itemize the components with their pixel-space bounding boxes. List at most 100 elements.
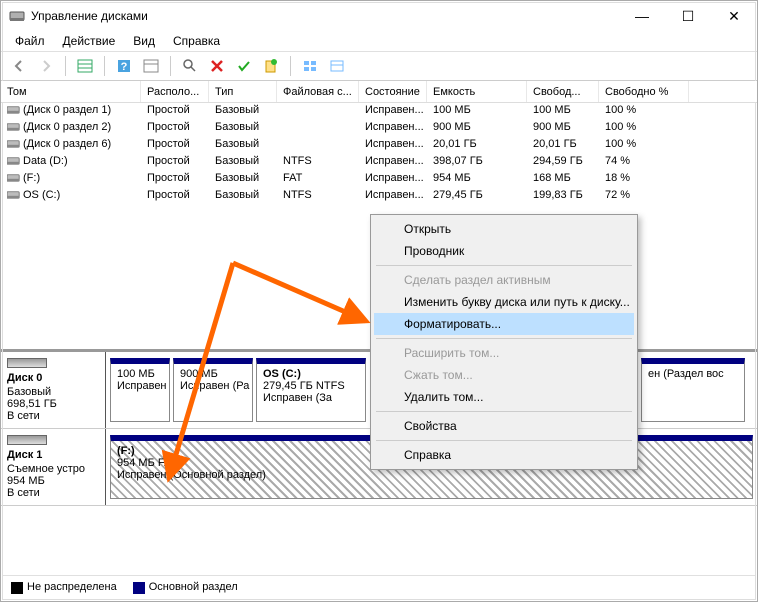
menu-view[interactable]: Вид [125, 32, 163, 50]
disk-icon [7, 358, 47, 368]
svg-text:?: ? [121, 61, 128, 73]
cell: Базовый [209, 103, 277, 120]
list-icon[interactable] [139, 54, 163, 78]
disk-0-region-2[interactable]: OS (C:)279,45 ГБ NTFSИсправен (За [256, 358, 366, 422]
disk-0-status: В сети [7, 410, 99, 422]
cell [277, 120, 359, 137]
check-icon[interactable] [232, 54, 256, 78]
disk-1-type: Съемное устро [7, 463, 99, 475]
disk-0-type: Базовый [7, 386, 99, 398]
column-headers: ТомРасполо...ТипФайловая с...СостояниеЕм… [1, 81, 757, 103]
forward-button[interactable] [34, 54, 58, 78]
disk-0-region-0[interactable]: 100 МБИсправен [110, 358, 170, 422]
cell: NTFS [277, 154, 359, 171]
disk-0-info[interactable]: Диск 0 Базовый 698,51 ГБ В сети [1, 352, 106, 428]
grid-icon[interactable] [298, 54, 322, 78]
cell: Исправен... [359, 137, 427, 154]
cell: Простой [141, 171, 209, 188]
cell: 900 МБ [527, 120, 599, 137]
disk-0-region-1[interactable]: 900 МБИсправен (Ра [173, 358, 253, 422]
column-header-c7[interactable]: Свободно % [599, 81, 689, 102]
context-change-letter[interactable]: Изменить букву диска или путь к диску... [374, 291, 634, 313]
cell: Простой [141, 137, 209, 154]
region-state: Исправен (Ра [180, 380, 246, 392]
disk-1-status: В сети [7, 487, 99, 499]
cell: Простой [141, 120, 209, 137]
disk-icon [7, 435, 47, 445]
cell: Базовый [209, 171, 277, 188]
cell: Исправен... [359, 188, 427, 205]
cell: 100 МБ [527, 103, 599, 120]
details-icon[interactable] [325, 54, 349, 78]
volume-row[interactable]: (Диск 0 раздел 1)ПростойБазовыйИсправен.… [1, 103, 757, 120]
cell: Исправен... [359, 154, 427, 171]
legend-unallocated: Не распределена [11, 581, 117, 593]
cell: Базовый [209, 137, 277, 154]
minimize-button[interactable]: — [619, 1, 665, 31]
region-size: 279,45 ГБ NTFS [263, 380, 359, 392]
cell: 72 % [599, 188, 689, 205]
cell: 954 МБ [427, 171, 527, 188]
region-size: 900 МБ [180, 368, 246, 380]
context-properties[interactable]: Свойства [374, 415, 634, 437]
column-header-c3[interactable]: Файловая с... [277, 81, 359, 102]
volume-row[interactable]: (Диск 0 раздел 2)ПростойБазовыйИсправен.… [1, 120, 757, 137]
context-format[interactable]: Форматировать... [374, 313, 634, 335]
cell: Базовый [209, 120, 277, 137]
cell: 168 МБ [527, 171, 599, 188]
context-extend: Расширить том... [374, 342, 634, 364]
cell: Базовый [209, 188, 277, 205]
volume-row[interactable]: (F:)ПростойБазовыйFATИсправен...954 МБ16… [1, 171, 757, 188]
context-shrink: Сжать том... [374, 364, 634, 386]
region-state: Исправен [117, 380, 163, 392]
cell: OS (C:) [1, 188, 141, 205]
cell: 20,01 ГБ [527, 137, 599, 154]
cell: 279,45 ГБ [427, 188, 527, 205]
help-icon[interactable]: ? [112, 54, 136, 78]
cell: 100 % [599, 120, 689, 137]
new-icon[interactable] [259, 54, 283, 78]
menubar: Файл Действие Вид Справка [1, 31, 757, 51]
close-button[interactable]: ✕ [711, 1, 757, 31]
disk-0-region-3[interactable]: ен (Раздел вос [641, 358, 745, 422]
disk-1-size: 954 МБ [7, 475, 99, 487]
region-state: Исправен (Основной раздел) [117, 469, 746, 481]
cell: 74 % [599, 154, 689, 171]
column-header-c4[interactable]: Состояние [359, 81, 427, 102]
volume-row[interactable]: OS (C:)ПростойБазовыйNTFSИсправен...279,… [1, 188, 757, 205]
cell [277, 137, 359, 154]
context-delete[interactable]: Удалить том... [374, 386, 634, 408]
maximize-button[interactable]: ☐ [665, 1, 711, 31]
context-open[interactable]: Открыть [374, 218, 634, 240]
cell: 100 % [599, 137, 689, 154]
cell: Простой [141, 154, 209, 171]
cell: 100 % [599, 103, 689, 120]
column-header-c0[interactable]: Том [1, 81, 141, 102]
disk-1-label: Диск 1 [7, 449, 99, 461]
disk-0-size: 698,51 ГБ [7, 398, 99, 410]
column-header-c6[interactable]: Свобод... [527, 81, 599, 102]
context-help[interactable]: Справка [374, 444, 634, 466]
delete-icon[interactable] [205, 54, 229, 78]
disk-1-info[interactable]: Диск 1 Съемное устро 954 МБ В сети [1, 429, 106, 505]
column-header-c1[interactable]: Располо... [141, 81, 209, 102]
search-icon[interactable] [178, 54, 202, 78]
context-make-active: Сделать раздел активным [374, 269, 634, 291]
column-header-c2[interactable]: Тип [209, 81, 277, 102]
app-icon [9, 8, 25, 24]
titlebar: Управление дисками — ☐ ✕ [1, 1, 757, 31]
menu-action[interactable]: Действие [55, 32, 124, 50]
back-button[interactable] [7, 54, 31, 78]
menu-help[interactable]: Справка [165, 32, 228, 50]
cell: Базовый [209, 154, 277, 171]
menu-file[interactable]: Файл [7, 32, 53, 50]
cell: FAT [277, 171, 359, 188]
column-header-c5[interactable]: Емкость [427, 81, 527, 102]
window-title: Управление дисками [31, 9, 619, 23]
volume-row[interactable]: (Диск 0 раздел 6)ПростойБазовыйИсправен.… [1, 137, 757, 154]
cell: NTFS [277, 188, 359, 205]
volume-row[interactable]: Data (D:)ПростойБазовыйNTFSИсправен...39… [1, 154, 757, 171]
context-explorer[interactable]: Проводник [374, 240, 634, 262]
table-icon[interactable] [73, 54, 97, 78]
region-state: Исправен (За [263, 392, 359, 404]
